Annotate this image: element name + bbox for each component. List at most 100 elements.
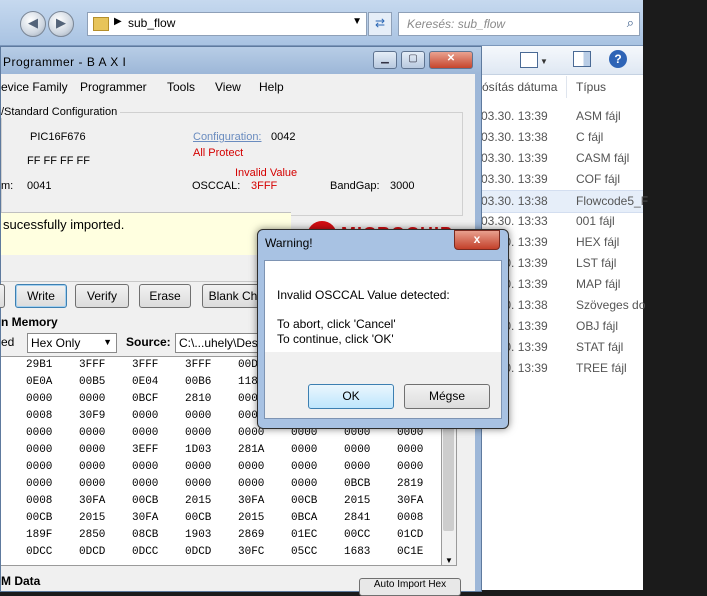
memory-cell[interactable]: 2015	[185, 495, 211, 507]
memory-cell[interactable]: 0000	[291, 478, 317, 490]
memory-cell[interactable]: 0000	[79, 427, 105, 439]
memory-cell[interactable]: 0000	[238, 461, 264, 473]
memory-cell[interactable]: 01EC	[291, 529, 317, 541]
memory-cell[interactable]: 0000	[26, 444, 52, 456]
view-dropdown-icon[interactable]: ▼	[540, 57, 556, 73]
file-row[interactable]: 03.30. 13:38 C fájl	[471, 127, 643, 148]
memory-cell[interactable]: 3EFF	[132, 444, 158, 456]
memory-cell[interactable]: 0DCD	[79, 546, 105, 558]
memory-cell[interactable]: 3FFF	[79, 359, 105, 371]
memory-cell[interactable]: 0000	[344, 461, 370, 473]
memory-cell[interactable]: 189F	[26, 529, 52, 541]
memory-cell[interactable]: 00CB	[291, 495, 317, 507]
view-icon[interactable]	[520, 52, 538, 68]
memory-cell[interactable]: 0000	[238, 478, 264, 490]
memory-cell[interactable]: 000	[238, 393, 258, 405]
memory-cell[interactable]: 2850	[79, 529, 105, 541]
memory-cell[interactable]: 2819	[397, 478, 423, 490]
memory-cell[interactable]: 0BCB	[344, 478, 370, 490]
memory-cell[interactable]: 2841	[344, 512, 370, 524]
memory-cell[interactable]: 0000	[132, 410, 158, 422]
ok-button[interactable]: OK	[308, 384, 394, 409]
memory-cell[interactable]: 0E0A	[26, 376, 52, 388]
memory-cell[interactable]: 0000	[397, 444, 423, 456]
memory-cell[interactable]: 2015	[79, 512, 105, 524]
memory-cell[interactable]: 0DCD	[185, 546, 211, 558]
memory-cell[interactable]: 08CB	[132, 529, 158, 541]
address-bar[interactable]: ▶ sub_flow ▼	[87, 12, 367, 36]
maximize-icon[interactable]: ▢	[401, 51, 425, 69]
file-row[interactable]: 03.30. 13:38 Flowcode5_F	[471, 190, 648, 213]
memory-cell[interactable]: 3FFF	[132, 359, 158, 371]
memory-cell[interactable]: 2015	[344, 495, 370, 507]
memory-cell[interactable]: 30FA	[132, 512, 158, 524]
memory-cell[interactable]: 30FA	[238, 495, 264, 507]
memory-cell[interactable]: 0000	[291, 444, 317, 456]
search-icon[interactable]: ⌕	[627, 15, 634, 31]
memory-cell[interactable]: 0000	[132, 427, 158, 439]
cancel-button[interactable]: Mégse	[404, 384, 490, 409]
file-row[interactable]: 03.30. 13:39 CASM fájl	[471, 148, 643, 169]
memory-cell[interactable]: 0000	[132, 461, 158, 473]
search-input[interactable]: Keresés: sub_flow ⌕	[398, 12, 640, 36]
minimize-icon[interactable]: ▁	[373, 51, 397, 69]
memory-cell[interactable]: 0000	[185, 410, 211, 422]
file-row[interactable]: 03.30. 13:39 COF fájl	[471, 169, 643, 190]
menu-help[interactable]: Help	[259, 80, 284, 94]
chevron-down-icon[interactable]: ▼	[352, 16, 362, 27]
memory-cell[interactable]: 2869	[238, 529, 264, 541]
menu-view[interactable]: View	[215, 80, 241, 94]
erase-button[interactable]: Erase	[139, 284, 191, 308]
memory-cell[interactable]: 0000	[79, 393, 105, 405]
memory-cell[interactable]: 0000	[26, 478, 52, 490]
memory-cell[interactable]: 118	[238, 376, 258, 388]
memory-cell[interactable]: 0DCC	[26, 546, 52, 558]
memory-cell[interactable]: 29B1	[26, 359, 52, 371]
configuration-link[interactable]: Configuration:	[193, 131, 262, 143]
column-date-header[interactable]: ósítás dátuma	[482, 80, 557, 94]
memory-cell[interactable]: 0008	[26, 410, 52, 422]
column-divider[interactable]	[566, 76, 567, 98]
memory-cell[interactable]: 0008	[397, 512, 423, 524]
memory-cell[interactable]: 30FA	[397, 495, 423, 507]
memory-cell[interactable]: 0DCC	[132, 546, 158, 558]
memory-cell[interactable]: 2810	[185, 393, 211, 405]
memory-cell[interactable]: 00B6	[185, 376, 211, 388]
write-button[interactable]: Write	[15, 284, 67, 308]
refresh-icon[interactable]: ⇄	[368, 12, 392, 36]
memory-cell[interactable]: 281A	[238, 444, 264, 456]
file-row[interactable]: 03.30. 13:39 ASM fájl	[471, 106, 643, 127]
memory-cell[interactable]: 0BCF	[132, 393, 158, 405]
memory-cell[interactable]: 0C1E	[397, 546, 423, 558]
memory-cell[interactable]: 00CB	[132, 495, 158, 507]
memory-cell[interactable]: 1D03	[185, 444, 211, 456]
memory-cell[interactable]: 0000	[79, 461, 105, 473]
read-button[interactable]	[0, 284, 5, 308]
preview-pane-icon[interactable]	[573, 51, 591, 67]
memory-cell[interactable]: 000	[238, 410, 258, 422]
memory-cell[interactable]: 1683	[344, 546, 370, 558]
auto-import-button[interactable]: Auto Import Hex	[359, 578, 461, 596]
menu-tools[interactable]: Tools	[167, 80, 195, 94]
memory-cell[interactable]: 0000	[26, 393, 52, 405]
memory-cell[interactable]: 0000	[397, 461, 423, 473]
memory-cell[interactable]: 0000	[132, 478, 158, 490]
memory-cell[interactable]: 2015	[238, 512, 264, 524]
memory-cell[interactable]: 0000	[26, 461, 52, 473]
memory-cell[interactable]: 0E04	[132, 376, 158, 388]
memory-cell[interactable]: 01CD	[397, 529, 423, 541]
memory-cell[interactable]: 1903	[185, 529, 211, 541]
memory-cell[interactable]: 30FC	[238, 546, 264, 558]
memory-cell[interactable]: 0000	[26, 427, 52, 439]
memory-cell[interactable]: 00D	[238, 359, 258, 371]
blank-check-button[interactable]: Blank Ch	[202, 284, 263, 308]
memory-cell[interactable]: 00B5	[79, 376, 105, 388]
verify-button[interactable]: Verify	[75, 284, 129, 308]
memory-cell[interactable]: 0008	[26, 495, 52, 507]
memory-cell[interactable]: 0000	[344, 444, 370, 456]
memory-cell[interactable]: 00CC	[344, 529, 370, 541]
close-icon[interactable]: ✕	[429, 51, 473, 69]
memory-cell[interactable]: 30FA	[79, 495, 105, 507]
memory-cell[interactable]: 0000	[291, 461, 317, 473]
column-type-header[interactable]: Típus	[576, 80, 606, 94]
